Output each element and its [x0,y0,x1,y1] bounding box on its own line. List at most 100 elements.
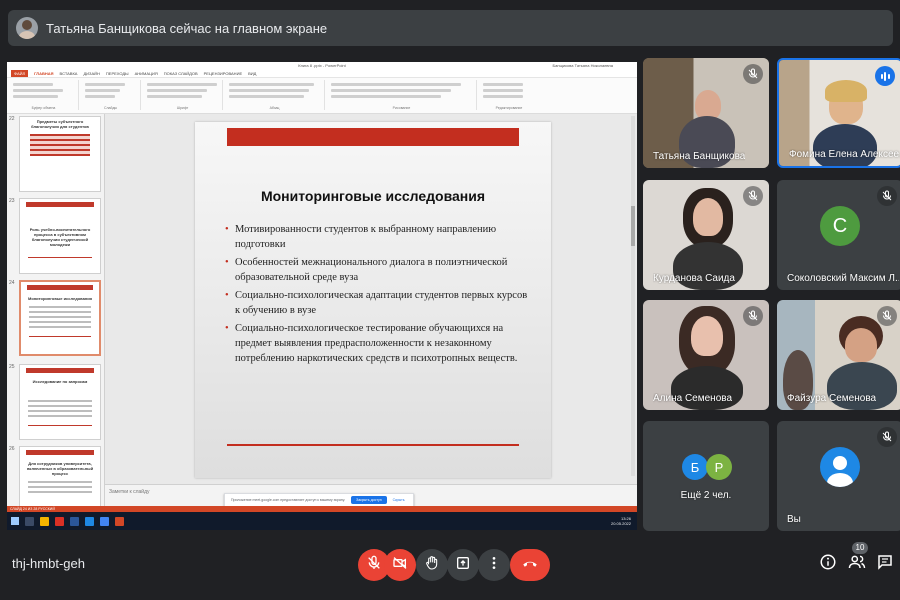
thumb-number: 23 [9,198,15,204]
word-icon[interactable] [70,516,79,526]
participant-name: Фомина Елена Алексее... [789,149,900,160]
shared-screen: Книга 8 .pptx - PowerPoint Банщикова Тат… [7,62,637,530]
slide-thumbnail[interactable]: Предметы субъектного благополучия для ст… [19,116,101,192]
participant-name: Вы [787,514,801,525]
ribbon-group-slides[interactable]: Слайды [81,80,141,110]
mic-off-icon [743,306,763,326]
ppt-ribbon: Буфер обмена Слайды Шрифт Абзац Рисовани… [7,78,637,114]
participant-video [693,198,723,236]
meeting-info-button[interactable] [817,553,839,575]
slide-thumbnail[interactable]: Исследование по запросам [19,364,101,440]
powerpoint-icon[interactable] [115,516,124,526]
chrome-icon[interactable] [100,516,109,526]
end-call-button[interactable] [510,549,550,581]
windows-start-icon[interactable] [11,517,19,525]
meeting-code: thj-hmbt-geh [12,556,85,571]
presenter-text: Татьяна Банщикова сейчас на главном экра… [46,20,328,36]
people-button[interactable] [846,553,868,575]
slide-header-bar [227,128,519,146]
participant-count-badge: 10 [852,542,868,554]
present-screen-icon [455,555,471,576]
more-options-icon [486,555,502,576]
thumb-number: 24 [9,280,15,286]
meeting-controls-bar: thj-hmbt-geh 10 [0,538,900,600]
ppt-title-text: Книга 8 .pptx - PowerPoint [298,63,346,68]
people-icon [848,553,866,576]
windows-taskbar: 13:26 20.05.2022 [7,512,637,530]
ppt-tab-insert[interactable]: ВСТАВКА [60,71,78,76]
participant-video [845,328,877,362]
speaking-indicator-icon [875,66,895,86]
chat-icon [876,553,894,576]
participant-tile[interactable]: Татьяна Банщикова [643,58,769,168]
slide-editor: Мониторинговые исследования Мотивированн… [105,114,637,522]
slide-thumbnail[interactable]: Роль учебно-воспитательного процесса в с… [19,198,101,274]
end-call-icon [521,554,539,577]
app-icon[interactable] [85,516,94,526]
thumb-number: 26 [9,446,15,452]
ppt-user-name: Банщикова Татьяна Николаевна [552,63,613,68]
participant-tile[interactable]: Файзура Семенова [777,300,900,410]
participant-tile-self[interactable]: Вы [777,421,900,531]
ppt-tab-design[interactable]: ДИЗАЙН [83,71,99,76]
ppt-tab-animation[interactable]: АНИМАЦИЯ [135,71,158,76]
chat-button[interactable] [874,553,896,575]
raise-hand-icon [424,555,440,576]
ribbon-group-editing[interactable]: Редактирование [479,80,539,110]
ppt-tab-file[interactable]: ФАЙЛ [11,70,29,77]
participant-name: Соколовский Максим Л... [787,273,899,284]
search-icon[interactable] [25,516,34,526]
slide-bullet: Особенностей межнационального диалога в … [225,255,530,285]
info-icon [819,553,837,576]
camera-off-icon [392,555,408,576]
taskbar-clock: 13:26 20.05.2022 [610,516,631,526]
slide-bullet-list: Мотивированности студентов к выбранному … [225,222,530,369]
participant-tile[interactable]: Курданова Саида [643,180,769,290]
file-explorer-icon[interactable] [40,516,49,526]
participant-avatar: C [820,206,860,247]
participant-tile[interactable]: Фомина Елена Алексее... [777,58,900,168]
more-options-button[interactable] [478,549,510,581]
present-screen-button[interactable] [447,549,479,581]
stop-sharing-button[interactable]: Закрыть доступ [351,496,387,504]
participant-tile[interactable]: Б Р Ещё 2 чел. [643,421,769,531]
mic-off-icon [877,306,897,326]
mic-off-icon [743,64,763,84]
participant-name: Курданова Саида [653,273,735,284]
ppt-tab-home[interactable]: ГЛАВНАЯ [34,71,53,76]
slide-footer-line [227,444,519,446]
slide-title: Мониторинговые исследования [260,188,486,204]
ribbon-group-clipboard[interactable]: Буфер обмена [9,80,79,110]
thumb-number: 22 [9,116,15,122]
participant-video [691,316,723,356]
presenter-avatar [16,17,38,39]
app-icon[interactable] [55,516,64,526]
slide-bullet: Социально-психологическая адаптации студ… [225,288,530,318]
slide-thumbnails-pane: 22 Предметы субъектного благополучия для… [7,114,105,522]
camera-toggle-button[interactable] [384,549,416,581]
raise-hand-button[interactable] [416,549,448,581]
thumb-number: 25 [9,364,15,370]
ppt-tab-review[interactable]: РЕЦЕНЗИРОВАНИЕ [204,71,242,76]
participant-name: Татьяна Банщикова [653,151,746,162]
slide-thumbnail-selected[interactable]: Мониторинговые исследования [19,280,101,356]
ribbon-group-paragraph[interactable]: Абзац [225,80,325,110]
screen-share-notice: Приложение meet.google.com предоставляет… [224,493,414,507]
slide-scrollbar[interactable] [631,116,635,476]
notes-placeholder: Заметки к слайду [109,489,150,495]
ppt-tab-view[interactable]: ВИД [248,71,256,76]
ppt-body: 22 Предметы субъектного благополучия для… [7,114,637,522]
hide-notice-link[interactable]: Скрыть [393,498,405,502]
ribbon-group-font[interactable]: Шрифт [143,80,223,110]
participant-tile[interactable]: C Соколовский Максим Л... [777,180,900,290]
ppt-tab-transitions[interactable]: ПЕРЕХОДЫ [106,71,129,76]
participant-name: Алина Семенова [653,393,733,404]
current-slide[interactable]: Мониторинговые исследования Мотивированн… [195,122,551,478]
more-participants-label: Ещё 2 чел. [680,490,732,501]
participant-tile[interactable]: Алина Семенова [643,300,769,410]
participant-avatar: Б [682,454,708,481]
ribbon-group-drawing[interactable]: Рисование [327,80,477,110]
top-bar: Татьяна Банщикова сейчас на главном экра… [0,0,900,56]
slide-bullet: Социально-психологическое тестирование о… [225,321,530,366]
ppt-tab-slideshow[interactable]: ПОКАЗ СЛАЙДОВ [164,71,198,76]
